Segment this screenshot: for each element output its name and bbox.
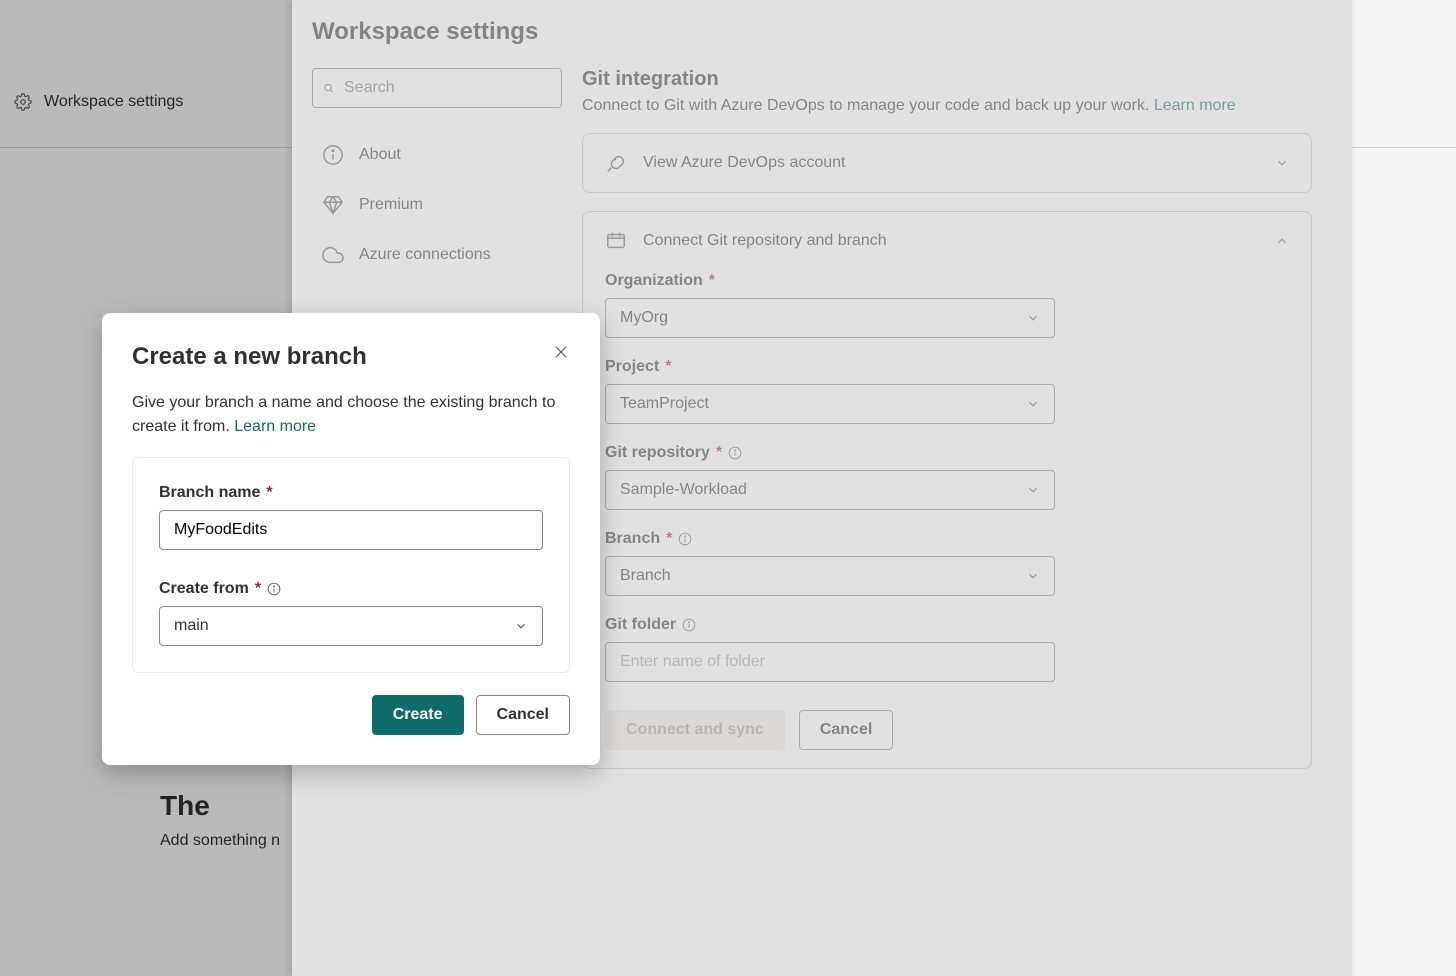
- project-select[interactable]: TeamProject: [605, 384, 1055, 424]
- modal-form: Branch name * Create from * main: [132, 457, 570, 673]
- chevron-up-icon: [1275, 234, 1289, 248]
- create-from-value: main: [174, 617, 209, 635]
- view-account-card[interactable]: View Azure DevOps account: [582, 133, 1312, 193]
- sidebar-item-label: About: [359, 146, 401, 164]
- branch-name-input[interactable]: [159, 510, 543, 550]
- connect-repo-label: Connect Git repository and branch: [643, 232, 1259, 250]
- search-input[interactable]: [344, 79, 551, 97]
- diamond-icon: [322, 194, 344, 216]
- branch-label: Branch: [605, 530, 660, 548]
- git-title: Git integration: [582, 68, 1312, 91]
- folder-input[interactable]: [605, 642, 1055, 682]
- required-indicator: *: [709, 272, 715, 290]
- close-icon[interactable]: [552, 343, 570, 361]
- branch-select[interactable]: Branch: [605, 556, 1055, 596]
- connect-repo-header[interactable]: Connect Git repository and branch: [605, 230, 1289, 252]
- plug-icon: [605, 152, 627, 174]
- org-label: Organization: [605, 272, 703, 290]
- cancel-button[interactable]: Cancel: [799, 710, 893, 750]
- chevron-down-icon: [1026, 483, 1040, 497]
- required-indicator: *: [666, 530, 672, 548]
- field-create-from: Create from * main: [159, 580, 543, 646]
- field-repository: Git repository * Sample-Workload: [605, 444, 1289, 510]
- learn-more-link[interactable]: Learn more: [1154, 97, 1236, 114]
- info-icon: [678, 532, 692, 546]
- branch-name-label: Branch name: [159, 484, 260, 502]
- required-indicator: *: [665, 358, 671, 376]
- required-indicator: *: [255, 580, 261, 598]
- panel-title: Workspace settings: [312, 18, 1352, 46]
- field-organization: Organization * MyOrg: [605, 272, 1289, 338]
- create-from-select[interactable]: main: [159, 606, 543, 646]
- chevron-down-icon: [1026, 311, 1040, 325]
- view-account-label: View Azure DevOps account: [643, 154, 1259, 172]
- required-indicator: *: [716, 444, 722, 462]
- sidebar-item-label: Premium: [359, 196, 423, 214]
- sidebar-item-about[interactable]: About: [312, 130, 562, 180]
- field-branch: Branch * Branch: [605, 530, 1289, 596]
- cancel-button[interactable]: Cancel: [476, 695, 570, 735]
- git-subtitle: Connect to Git with Azure DevOps to mana…: [582, 97, 1312, 115]
- connect-repo-card: Connect Git repository and branch Organi…: [582, 211, 1312, 769]
- sidebar-item-label: Azure connections: [359, 246, 491, 264]
- chevron-down-icon: [1026, 397, 1040, 411]
- search-box[interactable]: [312, 68, 562, 108]
- create-from-label: Create from: [159, 580, 249, 598]
- repo-label: Git repository: [605, 444, 710, 462]
- info-icon: [728, 446, 742, 460]
- modal-button-row: Create Cancel: [132, 695, 570, 735]
- repo-icon: [605, 230, 627, 252]
- field-project: Project * TeamProject: [605, 358, 1289, 424]
- info-icon: [322, 144, 344, 166]
- repo-value: Sample-Workload: [620, 481, 747, 499]
- repo-select[interactable]: Sample-Workload: [605, 470, 1055, 510]
- create-branch-modal: Create a new branch Give your branch a n…: [102, 313, 600, 765]
- field-git-folder: Git folder: [605, 616, 1289, 682]
- project-value: TeamProject: [620, 395, 709, 413]
- search-icon: [323, 79, 334, 97]
- org-value: MyOrg: [620, 309, 668, 327]
- folder-label: Git folder: [605, 616, 676, 634]
- info-icon: [267, 582, 281, 596]
- org-select[interactable]: MyOrg: [605, 298, 1055, 338]
- required-indicator: *: [266, 484, 272, 502]
- modal-description: Give your branch a name and choose the e…: [132, 391, 570, 439]
- chevron-down-icon: [1275, 156, 1289, 170]
- sidebar-item-premium[interactable]: Premium: [312, 180, 562, 230]
- project-label: Project: [605, 358, 659, 376]
- modal-title: Create a new branch: [132, 343, 367, 371]
- field-branch-name: Branch name *: [159, 484, 543, 550]
- chevron-down-icon: [1026, 569, 1040, 583]
- connect-sync-button[interactable]: Connect and sync: [605, 710, 785, 750]
- sidebar-item-azure[interactable]: Azure connections: [312, 230, 562, 280]
- content-area: Git integration Connect to Git with Azur…: [582, 68, 1352, 787]
- cloud-icon: [322, 244, 344, 266]
- card-button-row: Connect and sync Cancel: [605, 710, 1289, 750]
- chevron-down-icon: [514, 619, 528, 633]
- info-icon: [682, 618, 696, 632]
- create-button[interactable]: Create: [372, 695, 464, 735]
- branch-value: Branch: [620, 567, 671, 585]
- learn-more-link[interactable]: Learn more: [234, 418, 316, 435]
